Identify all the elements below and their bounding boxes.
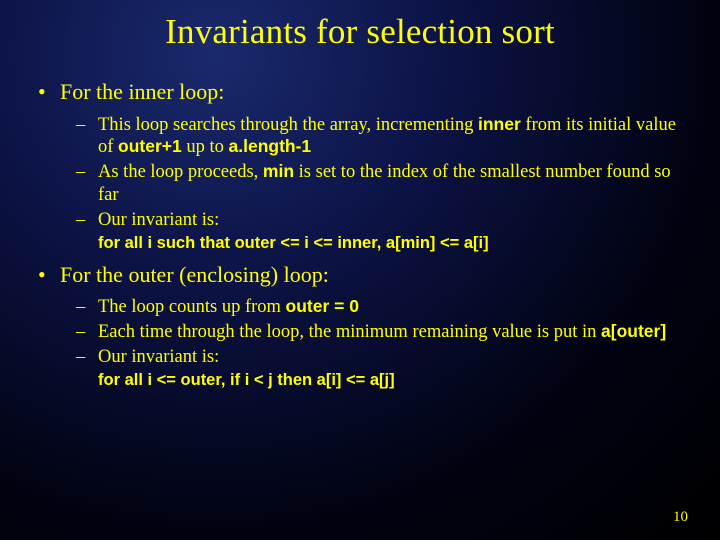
bullet-list: For the inner loop: This loop searches t… [30, 78, 690, 392]
sub-list-inner: This loop searches through the array, in… [60, 114, 690, 255]
page-number: 10 [673, 509, 688, 526]
text-fragment: up to [182, 137, 229, 157]
text-fragment: As the loop proceeds, [98, 162, 263, 182]
sub-item-invariant: Our invariant is: for all i such that ou… [98, 209, 690, 255]
code-min: min [263, 161, 294, 181]
code-outer-zero: outer = 0 [286, 296, 359, 316]
sub-list-outer: The loop counts up from outer = 0 Each t… [60, 296, 690, 392]
sub-item-invariant: Our invariant is: for all i <= outer, if… [98, 346, 690, 392]
text-fragment: Our invariant is: [98, 210, 219, 230]
sub-item: The loop counts up from outer = 0 [98, 296, 690, 319]
sub-item: As the loop proceeds, min is set to the … [98, 161, 690, 207]
slide-title: Invariants for selection sort [30, 12, 690, 52]
bullet-text: For the outer (enclosing) loop: [60, 262, 329, 287]
text-fragment: The loop counts up from [98, 297, 286, 317]
bullet-text: For the inner loop: [60, 79, 224, 104]
code-length-minus-1: a.length-1 [229, 136, 312, 156]
invariant-inner: for all i such that outer <= i <= inner,… [98, 233, 690, 255]
bullet-inner-loop: For the inner loop: This loop searches t… [60, 78, 690, 255]
bullet-outer-loop: For the outer (enclosing) loop: The loop… [60, 261, 690, 392]
text-fragment: Each time through the loop, the minimum … [98, 322, 601, 342]
code-outer-plus-1: outer+1 [118, 136, 182, 156]
sub-item: Each time through the loop, the minimum … [98, 321, 690, 344]
sub-item: This loop searches through the array, in… [98, 114, 690, 160]
code-inner: inner [478, 114, 521, 134]
invariant-outer: for all i <= outer, if i < j then a[i] <… [98, 370, 690, 392]
text-fragment: Our invariant is: [98, 347, 219, 367]
text-fragment: This loop searches through the array, in… [98, 115, 478, 135]
code-a-outer: a[outer] [601, 321, 666, 341]
